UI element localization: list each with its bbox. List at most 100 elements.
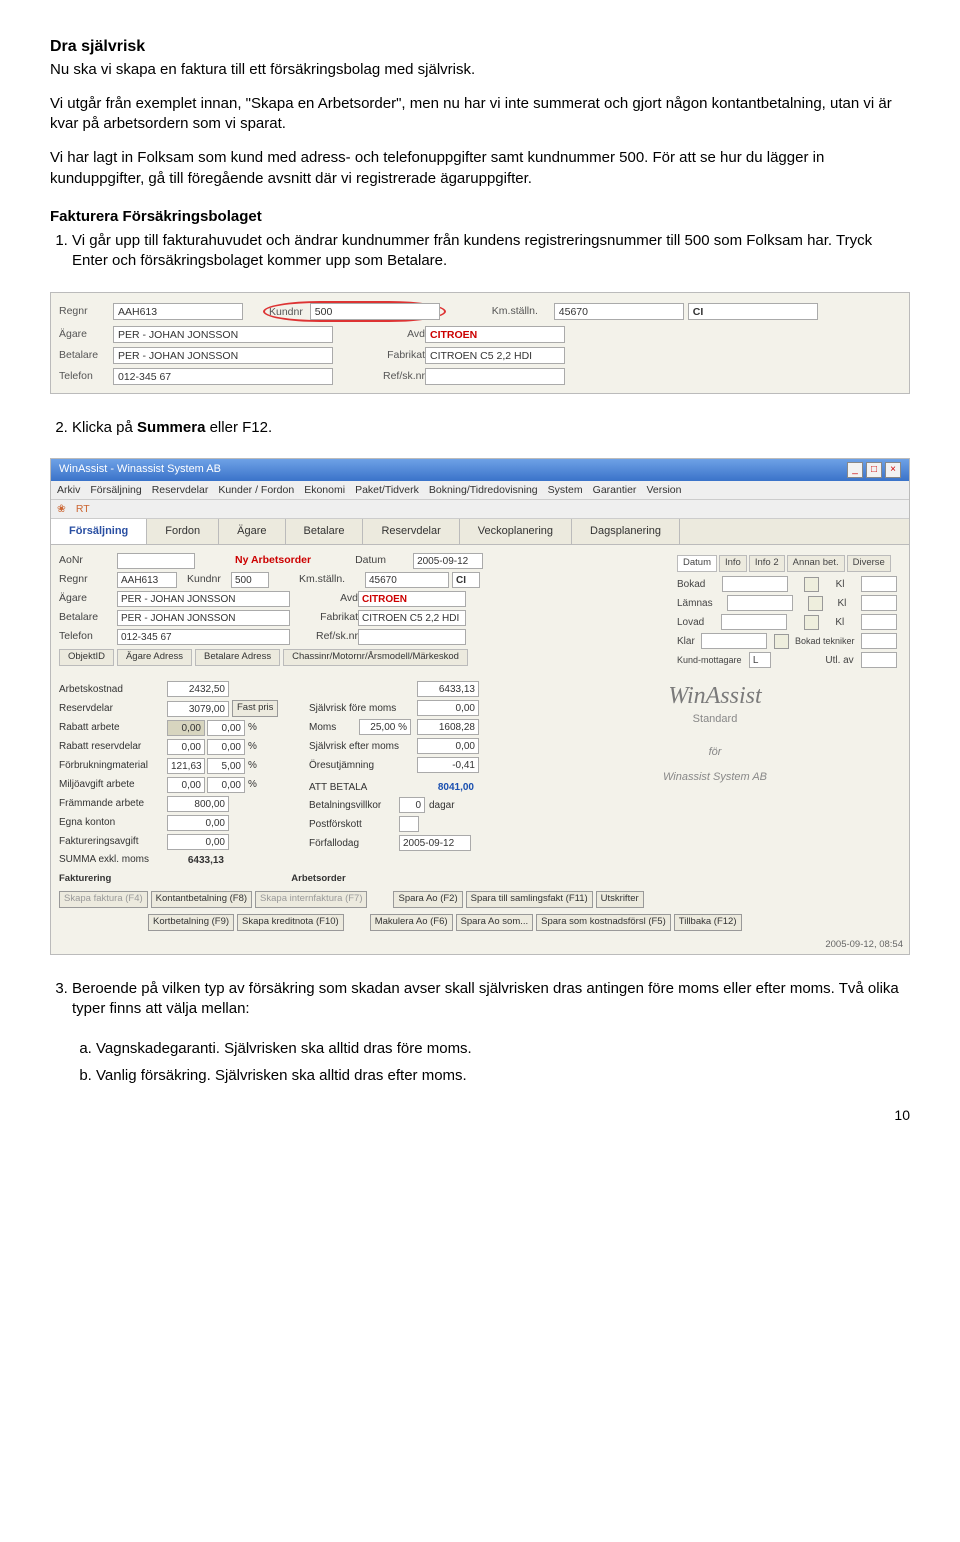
c-fakt-v[interactable]: 0,00 — [167, 834, 229, 850]
telefon-input[interactable]: 012-345 67 — [113, 368, 333, 385]
btn-kostnadsforsl[interactable]: Spara som kostnadsförsl (F5) — [536, 914, 671, 931]
avd-input[interactable]: CITROEN — [425, 326, 565, 343]
menu-paket[interactable]: Paket/Tidverk — [355, 483, 419, 497]
infotab-annanbet[interactable]: Annan bet. — [787, 555, 845, 572]
kundmot-input[interactable]: L — [749, 652, 771, 668]
ref-input[interactable] — [425, 368, 565, 385]
fastpris-button[interactable]: Fast pris — [232, 700, 278, 717]
ci-input[interactable]: CI — [688, 303, 818, 320]
tab-agare[interactable]: Ägare — [219, 519, 285, 544]
btn-spara-som[interactable]: Spara Ao som... — [456, 914, 534, 931]
infotab-info[interactable]: Info — [719, 555, 747, 572]
btn-internfaktura[interactable]: Skapa internfaktura (F7) — [255, 891, 367, 908]
btn-kortbetalning[interactable]: Kortbetalning (F9) — [148, 914, 234, 931]
btn-kreditnota[interactable]: Skapa kreditnota (F10) — [237, 914, 344, 931]
btn-spara-samling[interactable]: Spara till samlingsfakt (F11) — [466, 891, 593, 908]
btn-makulera[interactable]: Makulera Ao (F6) — [370, 914, 453, 931]
c-raba-v2[interactable]: 0,00 — [207, 720, 245, 736]
f2-ref-input[interactable] — [358, 629, 466, 645]
infotab-info2[interactable]: Info 2 — [749, 555, 785, 572]
minimize-icon[interactable]: _ — [847, 462, 863, 478]
f2-avd-input[interactable]: CITROEN — [358, 591, 466, 607]
btn-skapa-faktura[interactable]: Skapa faktura (F4) — [59, 891, 148, 908]
menu-kunderfordon[interactable]: Kunder / Fordon — [218, 483, 294, 497]
btn-kontant[interactable]: Kontantbetalning (F8) — [151, 891, 252, 908]
menu-bokning[interactable]: Bokning/Tidredovisning — [429, 483, 538, 497]
infotab-datum[interactable]: Datum — [677, 555, 717, 572]
kmstalln-input[interactable]: 45670 — [554, 303, 684, 320]
menu-forsaljning[interactable]: Försäljning — [90, 483, 141, 497]
step-2-pre: Klicka på — [72, 419, 137, 436]
tab-reservdelar[interactable]: Reservdelar — [363, 519, 459, 544]
m-pf-check[interactable] — [399, 816, 419, 832]
utlav-input[interactable] — [861, 652, 897, 668]
link-agareadress[interactable]: Ägare Adress — [117, 649, 192, 666]
c-egna-v: 0,00 — [167, 815, 229, 831]
f2-fabrikat-input[interactable]: CITROEN C5 2,2 HDI — [358, 610, 466, 626]
bokadtek-input[interactable] — [861, 633, 897, 649]
menu-arkiv[interactable]: Arkiv — [57, 483, 80, 497]
menu-garantier[interactable]: Garantier — [593, 483, 637, 497]
f2-agare-input[interactable]: PER - JOHAN JONSSON — [117, 591, 290, 607]
f2-telefon-input[interactable]: 012-345 67 — [117, 629, 290, 645]
c-miljo-v1[interactable]: 0,00 — [167, 777, 205, 793]
lamnas-input[interactable] — [727, 595, 793, 611]
klar-input[interactable] — [701, 633, 767, 649]
bokad-kl[interactable] — [861, 576, 897, 592]
calendar-icon[interactable] — [804, 577, 819, 592]
c-miljo-v2[interactable]: 0,00 — [207, 777, 245, 793]
lovad-input[interactable] — [721, 614, 787, 630]
c-raba-v1[interactable]: 0,00 — [167, 720, 205, 736]
toolbar-rt[interactable]: RT — [76, 502, 90, 516]
tab-fordon[interactable]: Fordon — [147, 519, 219, 544]
c-forb-v1[interactable]: 121,63 — [167, 758, 205, 774]
link-betalareadress[interactable]: Betalare Adress — [195, 649, 280, 666]
btn-tillbaka[interactable]: Tillbaka (F12) — [674, 914, 742, 931]
close-icon[interactable]: × — [885, 462, 901, 478]
agare-input[interactable]: PER - JOHAN JONSSON — [113, 326, 333, 343]
lamnas-kl[interactable] — [861, 595, 897, 611]
lovad-kl[interactable] — [861, 614, 897, 630]
c-forb-v2[interactable]: 5,00 — [207, 758, 245, 774]
tab-forsaljning[interactable]: Försäljning — [51, 519, 147, 544]
btn-spara-ao[interactable]: Spara Ao (F2) — [393, 891, 462, 908]
m-sjfore-v[interactable]: 0,00 — [417, 700, 479, 716]
btn-utskrifter[interactable]: Utskrifter — [596, 891, 644, 908]
f2-kmstalln-input[interactable]: 45670 — [365, 572, 449, 588]
link-chassinr[interactable]: Chassinr/Motornr/Årsmodell/Märkeskod — [283, 649, 468, 666]
calendar-icon[interactable] — [808, 596, 823, 611]
f2-betalare-input[interactable]: PER - JOHAN JONSSON — [117, 610, 290, 626]
calendar-icon[interactable] — [804, 615, 819, 630]
link-objektid[interactable]: ObjektID — [59, 649, 114, 666]
toolbar-icon[interactable]: ❀ — [57, 502, 66, 516]
f2-regnr-input[interactable]: AAH613 — [117, 572, 177, 588]
menu-reservdelar[interactable]: Reservdelar — [152, 483, 209, 497]
maximize-icon[interactable]: □ — [866, 462, 882, 478]
regnr-input[interactable]: AAH613 — [113, 303, 243, 320]
aonr-label: AoNr — [59, 553, 117, 567]
betalare-input[interactable]: PER - JOHAN JONSSON — [113, 347, 333, 364]
kundnr-input[interactable]: 500 — [310, 303, 440, 320]
datum-input[interactable]: 2005-09-12 — [413, 553, 483, 569]
m-forf-v[interactable]: 2005-09-12 — [399, 835, 471, 851]
tab-dagsplanering[interactable]: Dagsplanering — [572, 519, 680, 544]
fabrikat-input[interactable]: CITROEN C5 2,2 HDI — [425, 347, 565, 364]
aonr-input[interactable] — [117, 553, 195, 569]
f2-kundnr-input[interactable]: 500 — [231, 572, 269, 588]
agare-label: Ägare — [59, 327, 113, 341]
calendar-icon[interactable] — [774, 634, 789, 649]
menu-version[interactable]: Version — [646, 483, 681, 497]
c-rabr-v1[interactable]: 0,00 — [167, 739, 205, 755]
infotab-diverse[interactable]: Diverse — [847, 555, 891, 572]
c-rabr-v2[interactable]: 0,00 — [207, 739, 245, 755]
tab-betalare[interactable]: Betalare — [286, 519, 364, 544]
f2-ci-input[interactable]: CI — [452, 572, 480, 588]
m-forf-l: Förfallodag — [309, 837, 399, 851]
m-sjefter-v[interactable]: 0,00 — [417, 738, 479, 754]
m-bv-v[interactable]: 0 — [399, 797, 425, 813]
menu-system[interactable]: System — [548, 483, 583, 497]
m-moms-pct[interactable]: 25,00 % — [359, 719, 411, 735]
menu-ekonomi[interactable]: Ekonomi — [304, 483, 345, 497]
tab-veckoplanering[interactable]: Veckoplanering — [460, 519, 572, 544]
bokad-input[interactable] — [722, 576, 788, 592]
